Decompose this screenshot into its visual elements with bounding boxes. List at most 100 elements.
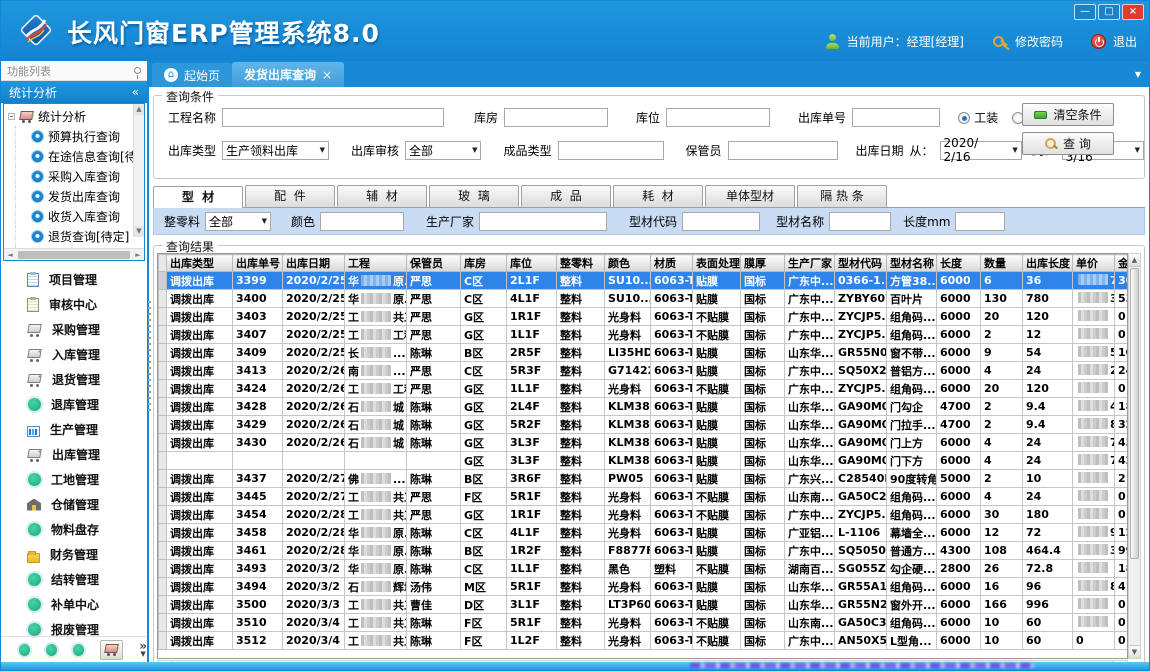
project-name-input[interactable] bbox=[222, 108, 444, 127]
scroll-down-icon[interactable]: ▼ bbox=[1129, 645, 1140, 658]
material-tab[interactable]: 单体型材 bbox=[705, 185, 795, 207]
table-row[interactable]: 调拨出库34582020/2/28华原...陈琳C区4L1F整料光身料6063-… bbox=[159, 524, 1129, 542]
sidebar-item-生产管理[interactable]: 生产管理 bbox=[1, 417, 147, 442]
column-header[interactable]: 型材名称 bbox=[887, 255, 937, 272]
whole-part-select[interactable]: 全部▼ bbox=[205, 212, 271, 231]
profile-name-input[interactable] bbox=[829, 212, 891, 231]
sidebar-item-采购管理[interactable]: 采购管理 bbox=[1, 317, 147, 342]
radio-gongzhuang[interactable]: 工装 bbox=[958, 109, 998, 126]
table-row[interactable]: 调拨出库34542020/2/28工共工程严思G区1R1F整料光身料6063-T… bbox=[159, 506, 1129, 524]
sidebar-item-审核中心[interactable]: 审核中心 bbox=[1, 292, 147, 317]
date-from-select[interactable]: 2020/ 2/16▼ bbox=[940, 141, 1022, 160]
profile-code-input[interactable] bbox=[682, 212, 760, 231]
scroll-up-icon[interactable]: ▲ bbox=[1129, 254, 1140, 267]
table-row[interactable]: G区3L3F整料KLM38176063-T5贴膜国标山东华...GA90M09.… bbox=[159, 452, 1129, 470]
column-header[interactable]: 生产厂家 bbox=[785, 255, 835, 272]
sidebar-item-工地管理[interactable]: 工地管理 bbox=[1, 467, 147, 492]
column-header[interactable]: 金额 bbox=[1115, 255, 1129, 272]
table-row[interactable]: 调拨出库34032020/2/25工共工程严思G区1R1F整料光身料6063-T… bbox=[159, 308, 1129, 326]
outbound-audit-select[interactable]: 全部▼ bbox=[405, 141, 482, 160]
table-row[interactable]: 调拨出库33992020/2/25华原...严思C区2L1F整料SU10...6… bbox=[159, 272, 1129, 290]
tab-outbound-query[interactable]: 发货出库查询 × bbox=[232, 62, 344, 87]
table-row[interactable]: 调拨出库35102020/3/4工共工程陈琳F区5R1F整料光身料6063-T5… bbox=[159, 614, 1129, 632]
tab-close-icon[interactable]: × bbox=[322, 68, 332, 82]
tree-expander-icon[interactable] bbox=[8, 113, 15, 120]
column-header[interactable]: 材质 bbox=[651, 255, 693, 272]
more-options-button[interactable]: »▼ bbox=[139, 642, 147, 658]
tree-item[interactable]: 在途信息查询[待 bbox=[15, 146, 144, 166]
maximize-button[interactable]: □ bbox=[1098, 4, 1120, 20]
table-row[interactable]: 调拨出库35002020/3/3工共工程曹佳D区3L1F整料LT3P606063… bbox=[159, 596, 1129, 614]
sidebar-item-财务管理[interactable]: 财务管理 bbox=[1, 542, 147, 567]
column-header[interactable]: 膜厚 bbox=[741, 255, 785, 272]
material-tab[interactable]: 玻 璃 bbox=[429, 185, 519, 207]
scrollbar-thumb[interactable] bbox=[1130, 268, 1139, 559]
outbound-no-input[interactable] bbox=[852, 108, 940, 127]
radio-icon[interactable] bbox=[958, 112, 970, 124]
material-tab[interactable]: 成 品 bbox=[521, 185, 611, 207]
material-tab[interactable]: 隔 热 条 bbox=[797, 185, 887, 207]
table-row[interactable]: 调拨出库35122020/3/4工共工程陈琳F区1L2F整料光身料6063-T5… bbox=[159, 632, 1129, 650]
statistics-section-header[interactable]: 统计分析 « bbox=[1, 81, 147, 103]
clear-conditions-button[interactable]: 清空条件 bbox=[1022, 103, 1114, 126]
sidebar-item-物料盘存[interactable]: 物料盘存 bbox=[1, 517, 147, 542]
splitter-grip[interactable] bbox=[148, 301, 151, 411]
tree-item[interactable]: 采购入库查询 bbox=[15, 166, 144, 186]
warehouse-input[interactable] bbox=[504, 108, 608, 127]
search-button[interactable]: 查 询 bbox=[1022, 132, 1114, 155]
tree-item[interactable]: 预算执行查询 bbox=[15, 126, 144, 146]
tree-horizontal-scrollbar[interactable]: ◄ ► bbox=[4, 248, 144, 260]
table-row[interactable]: 调拨出库34072020/2/25工工程严思G区1L1F整料光身料6063-T5… bbox=[159, 326, 1129, 344]
collapse-icon[interactable]: « bbox=[132, 85, 139, 99]
sidebar-item-入库管理[interactable]: 入库管理 bbox=[1, 342, 147, 367]
tree-item[interactable]: 退货查询[待定] bbox=[15, 226, 144, 246]
column-header[interactable]: 长度 bbox=[937, 255, 981, 272]
sidebar-item-仓储管理[interactable]: 仓储管理 bbox=[1, 492, 147, 517]
column-header[interactable]: 出库单号 bbox=[233, 255, 283, 272]
scroll-up-icon[interactable]: ▲ bbox=[134, 104, 144, 115]
change-password-link[interactable]: 修改密码 bbox=[1015, 33, 1063, 50]
material-tab[interactable]: 配 件 bbox=[245, 185, 335, 207]
close-button[interactable]: × bbox=[1122, 4, 1144, 20]
color-input[interactable] bbox=[320, 212, 404, 231]
table-row[interactable]: 调拨出库34002020/2/25华原...严思C区4L1F整料SU10...6… bbox=[159, 290, 1129, 308]
column-header[interactable]: 表面处理 bbox=[693, 255, 741, 272]
dot-icon[interactable] bbox=[19, 644, 30, 656]
table-row[interactable]: 调拨出库34242020/2/26工工程严思G区1L1F整料光身料6063-T5… bbox=[159, 380, 1129, 398]
sidebar-item-出库管理[interactable]: 出库管理 bbox=[1, 442, 147, 467]
table-row[interactable]: 调拨出库34132020/2/26南...严思C区5R3F整料G71422606… bbox=[159, 362, 1129, 380]
dot-icon[interactable] bbox=[73, 644, 84, 656]
minimize-button[interactable]: — bbox=[1074, 4, 1096, 20]
material-tab[interactable]: 耗 材 bbox=[613, 185, 703, 207]
column-header[interactable]: 出库长度 bbox=[1023, 255, 1073, 272]
material-tab[interactable]: 辅 材 bbox=[337, 185, 427, 207]
grid-vertical-scrollbar[interactable]: ▲ ▼ bbox=[1128, 253, 1141, 659]
sidebar-item-补单中心[interactable]: 补单中心 bbox=[1, 592, 147, 617]
scroll-right-icon[interactable]: ► bbox=[132, 251, 144, 259]
table-row[interactable]: 调拨出库34092020/2/25长...陈琳B区2R5F整料LI35HD606… bbox=[159, 344, 1129, 362]
table-row[interactable]: 调拨出库34612020/2/28华原...陈琳B区1R2F整料F8877FT6… bbox=[159, 542, 1129, 560]
keeper-input[interactable] bbox=[728, 141, 838, 160]
pin-icon[interactable] bbox=[134, 67, 141, 74]
product-type-input[interactable] bbox=[558, 141, 664, 160]
column-header[interactable]: 工程 bbox=[345, 255, 407, 272]
table-row[interactable]: 调拨出库34942020/3/2石辉城汤伟M区5R1F整料光身料6063-T5贴… bbox=[159, 578, 1129, 596]
column-header[interactable]: 出库类型 bbox=[167, 255, 233, 272]
logout-link[interactable]: 退出 bbox=[1113, 33, 1137, 50]
tab-home[interactable]: ⌂ 起始页 bbox=[152, 63, 232, 87]
sidebar-item-退货管理[interactable]: 退货管理 bbox=[1, 367, 147, 392]
sidebar-item-结转管理[interactable]: 结转管理 bbox=[1, 567, 147, 592]
column-header[interactable]: 数量 bbox=[981, 255, 1023, 272]
column-header[interactable]: 保管员 bbox=[407, 255, 461, 272]
length-mm-input[interactable] bbox=[955, 212, 1005, 231]
scroll-left-icon[interactable]: ◄ bbox=[4, 251, 16, 259]
column-header[interactable]: 颜色 bbox=[605, 255, 651, 272]
dot-icon[interactable] bbox=[46, 644, 57, 656]
table-row[interactable]: 调拨出库34452020/2/27工共工程严思F区5R1F整料光身料6063-T… bbox=[159, 488, 1129, 506]
table-row[interactable]: 调拨出库34282020/2/26石城陈琳G区2L4F整料KLM38176063… bbox=[159, 398, 1129, 416]
scrollbar-thumb[interactable] bbox=[18, 251, 130, 259]
column-header[interactable]: 整零料 bbox=[557, 255, 605, 272]
tree-root-statistics[interactable]: 统计分析 bbox=[8, 106, 144, 126]
table-row[interactable]: 调拨出库34932020/3/2华原...陈琳C区1L1F整料黑色塑料不贴膜国标… bbox=[159, 560, 1129, 578]
column-header[interactable]: 出库日期 bbox=[283, 255, 345, 272]
